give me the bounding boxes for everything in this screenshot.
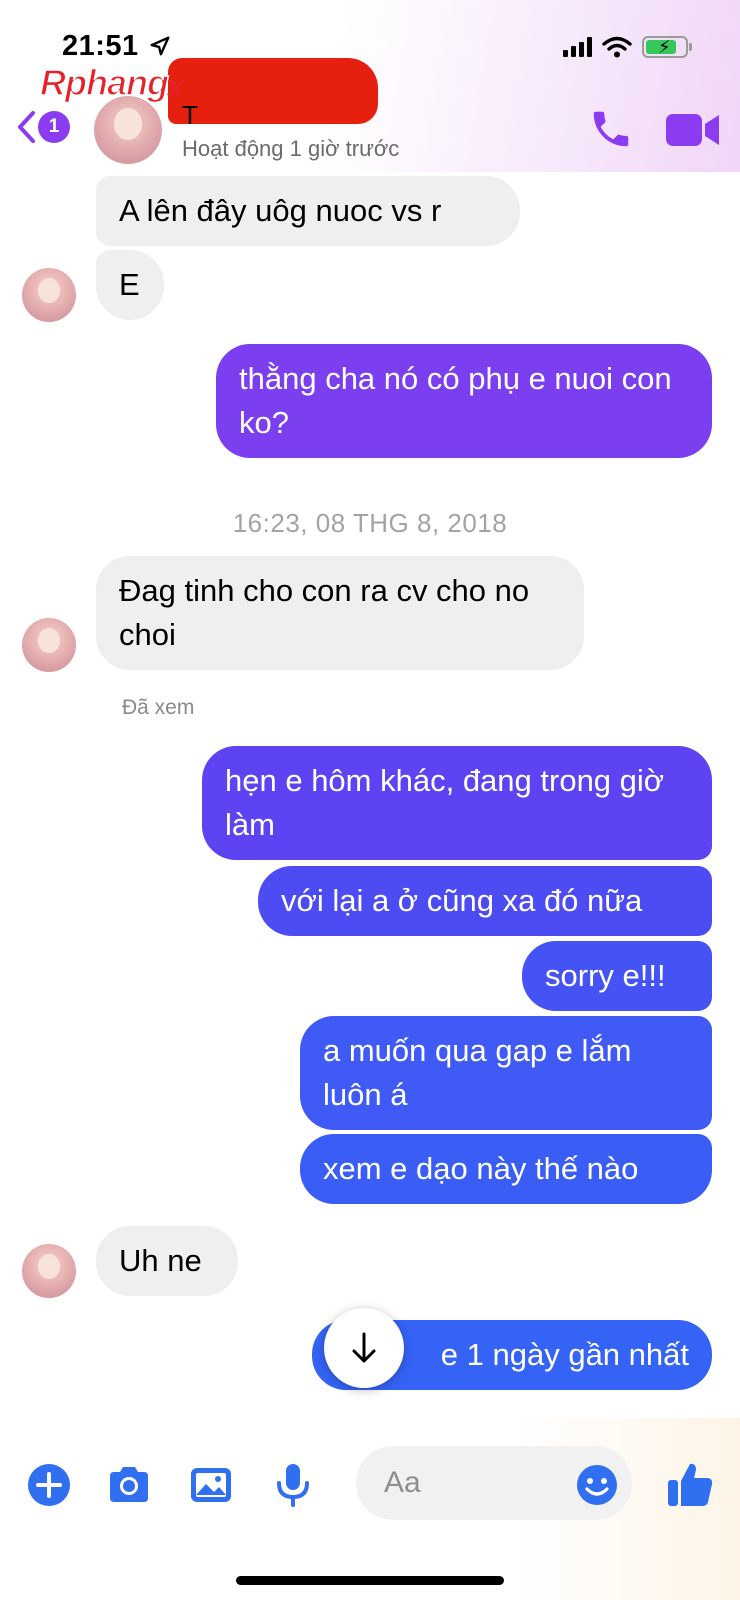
microphone-icon[interactable]: [270, 1462, 316, 1508]
contact-name[interactable]: T: [182, 100, 198, 131]
phone-icon[interactable]: [588, 106, 634, 152]
message-outgoing[interactable]: xem e dạo này thế nào: [300, 1134, 712, 1204]
back-button[interactable]: 1: [16, 110, 70, 144]
camera-icon[interactable]: [106, 1462, 152, 1508]
message-text: xem e dạo này thế nào: [323, 1151, 639, 1186]
message-text: e 1 ngày gần nhất: [440, 1337, 689, 1372]
message-outgoing[interactable]: sorry e!!!: [522, 941, 712, 1011]
home-indicator: [236, 1576, 504, 1585]
emoji-icon[interactable]: [576, 1464, 618, 1506]
watermark-text-a: Rphang: [39, 61, 169, 104]
message-incoming[interactable]: E: [96, 250, 164, 320]
message-outgoing[interactable]: hẹn e hôm khác, đang trong giờ làm: [202, 746, 712, 860]
wifi-icon: [602, 36, 632, 58]
contact-avatar-small[interactable]: [22, 618, 76, 672]
status-icons: ⚡: [563, 36, 692, 58]
message-text: thằng cha nó có phụ e nuoi con ko?: [239, 361, 672, 440]
plus-icon[interactable]: [26, 1462, 72, 1508]
message-text: a muốn qua gap e lắm luôn á: [323, 1033, 632, 1112]
video-camera-icon[interactable]: [666, 112, 720, 148]
message-incoming[interactable]: Uh ne: [96, 1226, 238, 1296]
message-text: E: [119, 267, 140, 302]
unread-badge: 1: [38, 111, 70, 143]
message-text: A lên đây uôg nuoc vs r: [119, 193, 442, 228]
message-outgoing[interactable]: a muốn qua gap e lắm luôn á: [300, 1016, 712, 1130]
redaction-mark: [168, 58, 378, 124]
contact-avatar[interactable]: [94, 96, 162, 164]
message-text: Uh ne: [119, 1243, 202, 1278]
message-outgoing[interactable]: thằng cha nó có phụ e nuoi con ko?: [216, 344, 712, 458]
watermark-logo: Rphangx: [39, 61, 184, 104]
watermark-text-b: x: [167, 70, 184, 101]
message-input-placeholder: Aa: [384, 1466, 421, 1499]
contact-avatar-small[interactable]: [22, 268, 76, 322]
seen-indicator: Đã xem: [122, 696, 195, 719]
status-time-text: 21:51: [62, 30, 139, 62]
arrow-down-icon: [352, 1332, 376, 1363]
contact-avatar-small[interactable]: [22, 1244, 76, 1298]
back-chevron-icon: [18, 111, 35, 143]
chat-timestamp: 16:23, 08 THG 8, 2018: [232, 508, 508, 538]
status-time: 21:51: [62, 30, 171, 63]
location-arrow-icon: [150, 36, 170, 56]
image-icon[interactable]: [188, 1462, 234, 1508]
battery-icon: ⚡: [642, 36, 692, 58]
message-incoming[interactable]: Đag tinh cho con ra cv cho no choi: [96, 556, 584, 670]
thumbs-up-icon[interactable]: [666, 1460, 714, 1508]
message-text: sorry e!!!: [545, 958, 666, 993]
scroll-to-bottom-button[interactable]: [324, 1308, 404, 1388]
message-incoming[interactable]: A lên đây uôg nuoc vs r: [96, 176, 520, 246]
message-text: Đag tinh cho con ra cv cho no choi: [119, 573, 530, 652]
message-outgoing[interactable]: với lại a ở cũng xa đó nữa: [258, 866, 712, 936]
message-text: hẹn e hôm khác, đang trong giờ làm: [225, 763, 665, 842]
signal-icon: [563, 37, 592, 57]
message-text: với lại a ở cũng xa đó nữa: [281, 883, 643, 918]
active-status: Hoạt động 1 giờ trước: [182, 136, 400, 161]
